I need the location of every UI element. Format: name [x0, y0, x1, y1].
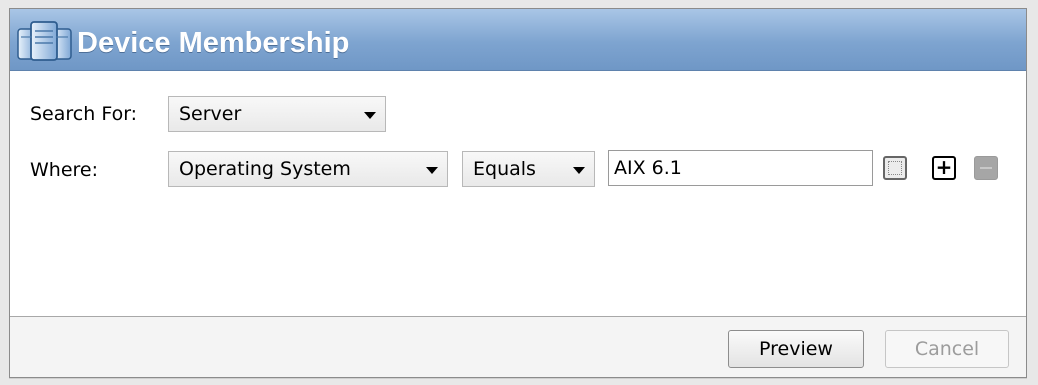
preview-button[interactable]: Preview	[728, 330, 864, 368]
chevron-down-icon	[573, 167, 585, 174]
divider	[9, 378, 1027, 379]
operator-dropdown[interactable]: Equals	[462, 151, 595, 187]
server-rack-icon	[17, 21, 72, 61]
value-picker-icon[interactable]	[883, 156, 907, 180]
search-for-dropdown[interactable]: Server	[168, 96, 386, 132]
chevron-down-icon	[364, 112, 376, 119]
chevron-down-icon	[426, 167, 438, 174]
attribute-value: Operating System	[179, 158, 351, 180]
add-condition-button[interactable]: +	[932, 156, 956, 180]
dialog-title-bar: Device Membership	[10, 9, 1026, 71]
operator-value: Equals	[473, 158, 536, 180]
attribute-dropdown[interactable]: Operating System	[168, 151, 448, 187]
value-input[interactable]: AIX 6.1	[608, 150, 873, 186]
device-membership-dialog: Device Membership Search For: Server Whe…	[9, 8, 1027, 378]
dialog-footer: Preview Cancel	[10, 317, 1026, 377]
search-for-label: Search For:	[30, 103, 138, 125]
remove-condition-button[interactable]	[974, 156, 998, 180]
cancel-button[interactable]: Cancel	[885, 330, 1009, 368]
dialog-title: Device Membership	[77, 27, 350, 59]
search-for-value: Server	[179, 103, 242, 125]
query-area: Search For: Server Where: Operating Syst…	[10, 71, 1026, 317]
where-label: Where:	[30, 159, 99, 181]
